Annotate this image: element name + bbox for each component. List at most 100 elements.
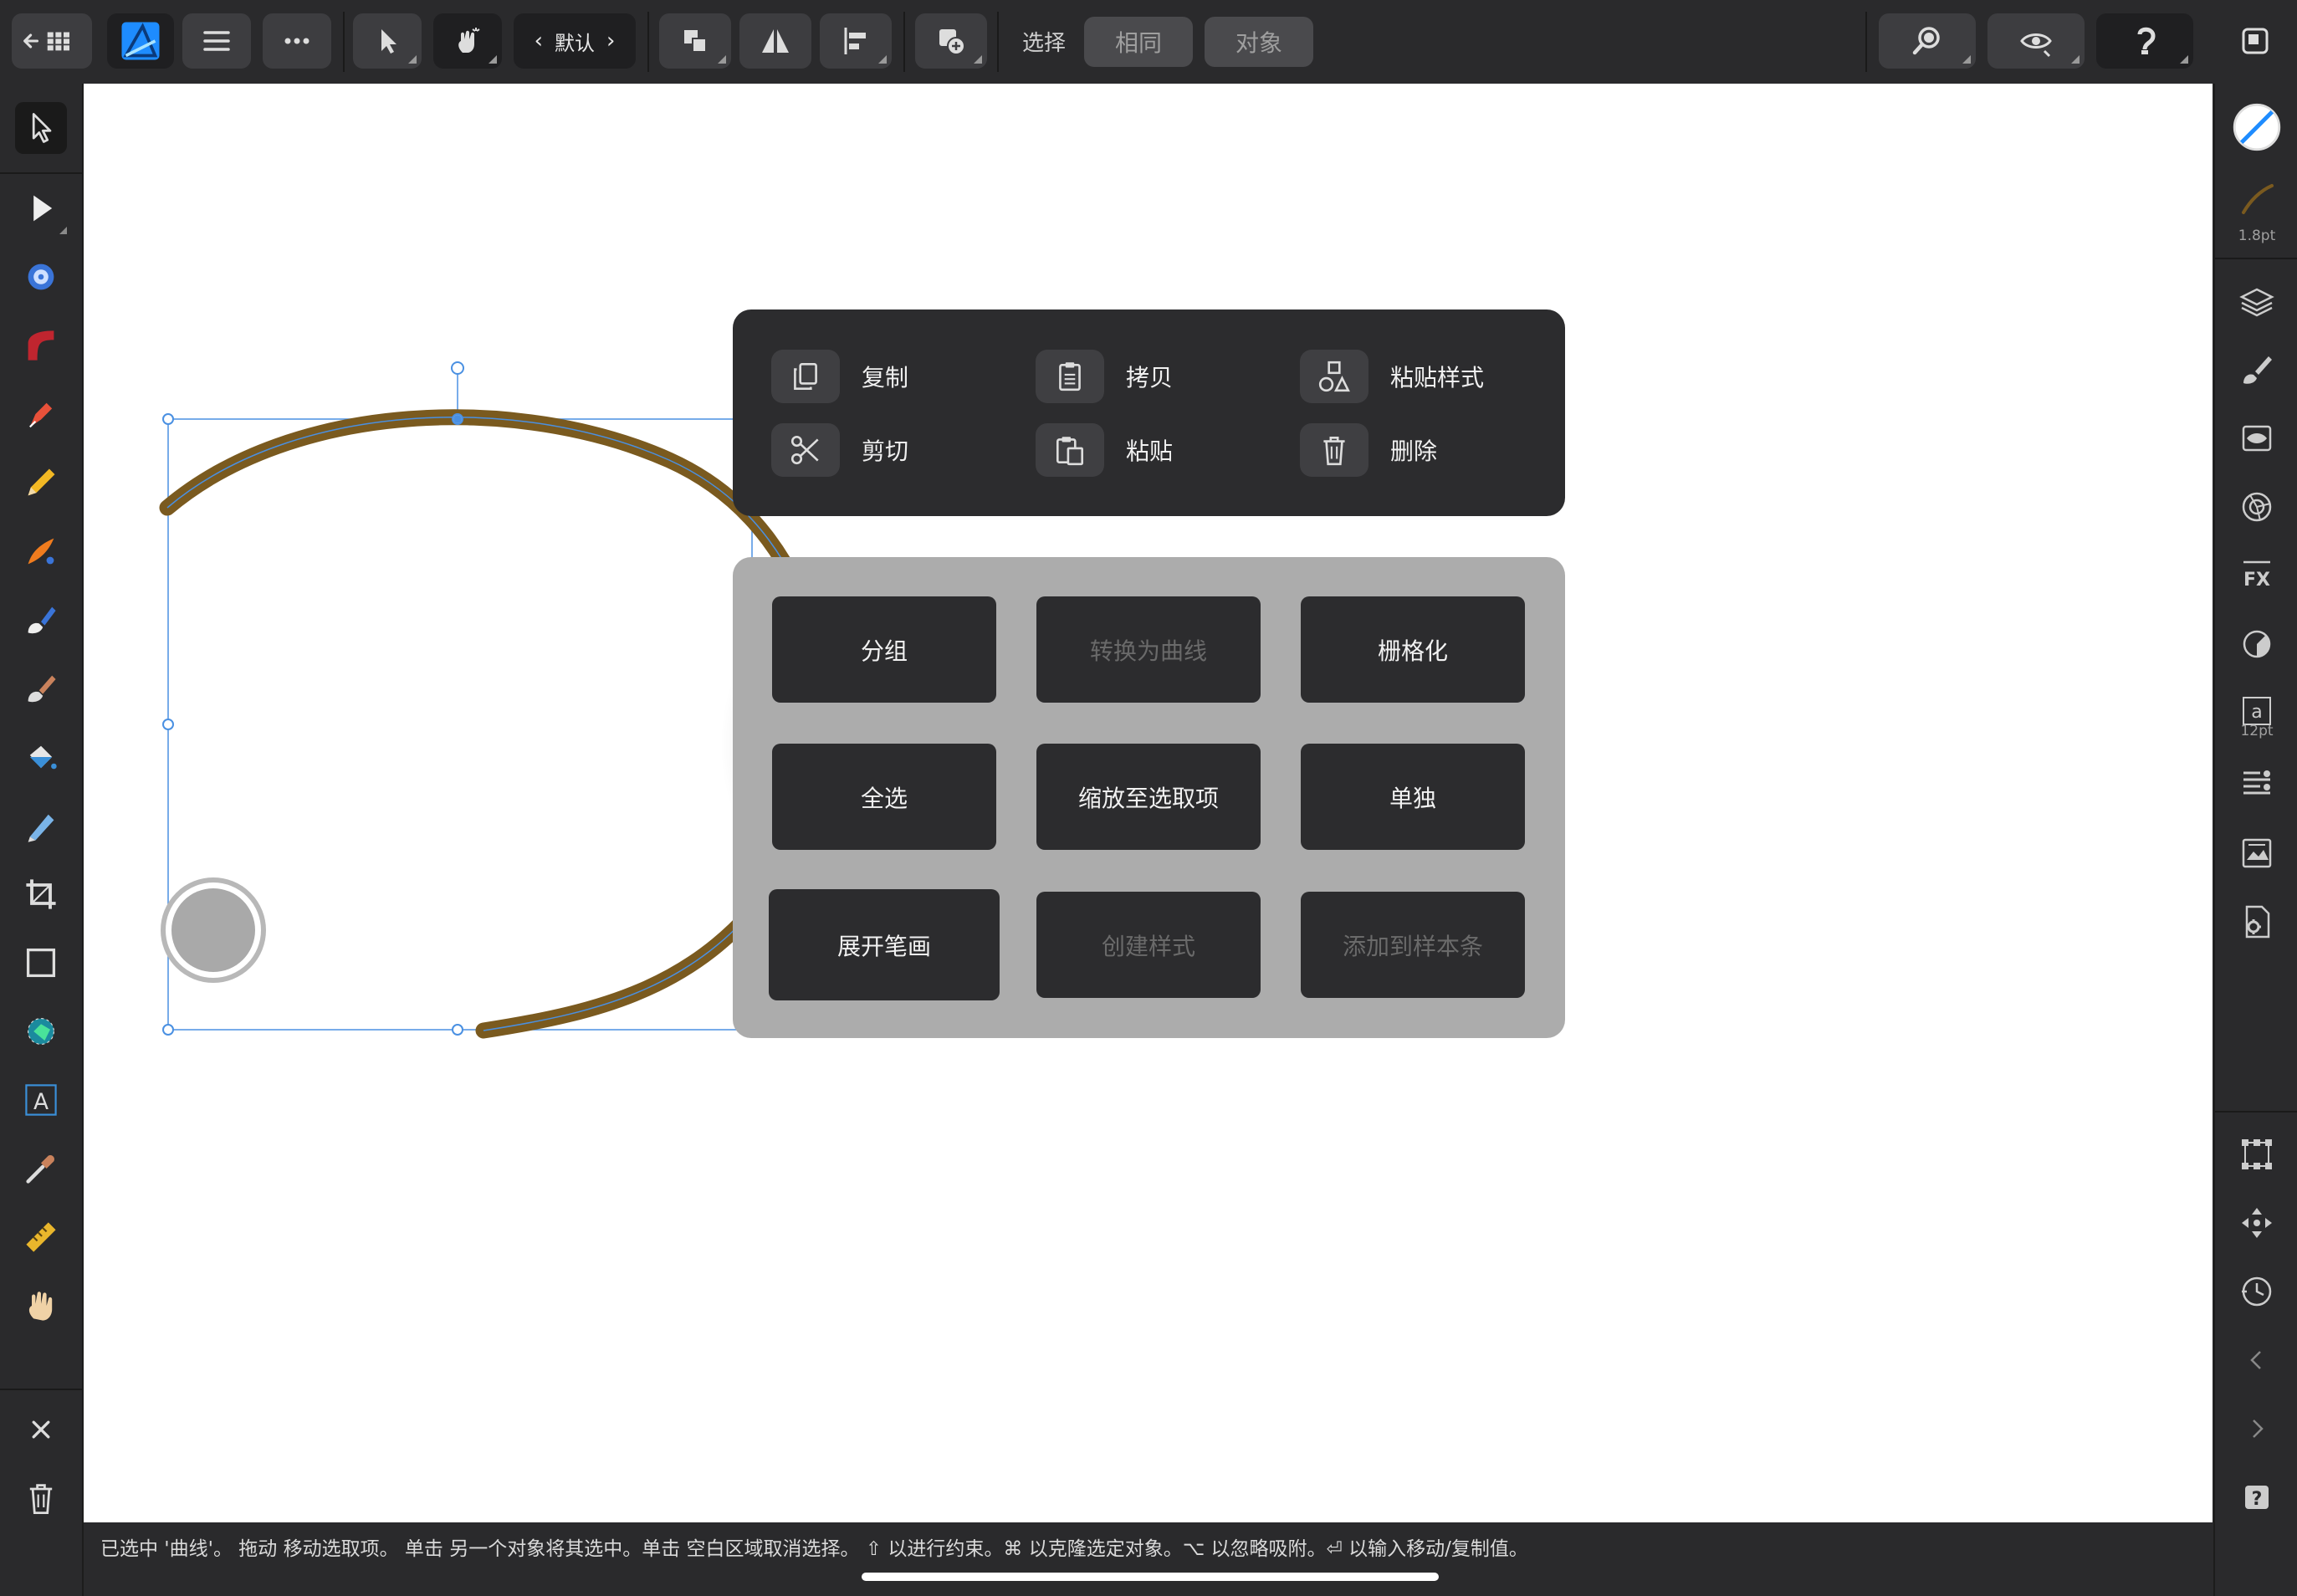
effects-button[interactable]: FX bbox=[2230, 549, 2284, 602]
isolate-button[interactable]: 单独 bbox=[1301, 744, 1525, 850]
tool-point-transform[interactable] bbox=[15, 251, 67, 303]
navigator-button[interactable] bbox=[2230, 1196, 2284, 1250]
duplicate-button[interactable]: 拷贝 bbox=[1036, 350, 1173, 403]
rectangle-icon bbox=[26, 948, 56, 978]
home-indicator[interactable] bbox=[862, 1573, 1439, 1581]
close-icon bbox=[32, 1420, 50, 1439]
tools-divider bbox=[0, 1389, 82, 1390]
tool-crop[interactable] bbox=[15, 868, 67, 920]
collapse-right-button[interactable] bbox=[2230, 1402, 2284, 1455]
tool-node[interactable] bbox=[15, 182, 67, 234]
select-all-button[interactable]: 全选 bbox=[772, 744, 996, 850]
svg-text:a: a bbox=[2251, 702, 2262, 723]
no-fill-swatch-icon bbox=[2233, 103, 2281, 151]
touch-hand-icon bbox=[458, 28, 480, 53]
toolbar-divider bbox=[997, 12, 999, 72]
flip-button[interactable] bbox=[739, 13, 811, 69]
view-mode-button[interactable] bbox=[1987, 13, 2085, 69]
trash-icon bbox=[1323, 436, 1345, 466]
eyedropper-icon bbox=[26, 1155, 54, 1184]
rasterize-button[interactable]: 栅格化 bbox=[1301, 596, 1525, 703]
stroke-button[interactable] bbox=[2230, 172, 2284, 226]
chevron-right-icon bbox=[2253, 1420, 2264, 1438]
persona-next-icon[interactable]: › bbox=[606, 28, 615, 54]
tool-view[interactable] bbox=[15, 1280, 67, 1332]
tool-paint-brush[interactable] bbox=[15, 662, 67, 714]
paragraph-button[interactable] bbox=[2230, 758, 2284, 811]
convert-to-curves-button[interactable]: 转换为曲线 bbox=[1036, 596, 1261, 703]
touch-modifier-button[interactable] bbox=[161, 877, 266, 983]
main-menu-button[interactable] bbox=[182, 13, 251, 69]
pen-tool-icon bbox=[29, 402, 53, 428]
stroke-width-label: 1.8pt bbox=[2238, 228, 2276, 244]
delete-button[interactable]: 删除 bbox=[1300, 423, 1437, 477]
persona-switcher[interactable]: ‹ 默认 › bbox=[514, 13, 636, 69]
tools-divider bbox=[0, 172, 82, 174]
copy-icon bbox=[794, 362, 817, 391]
paste-style-button[interactable]: 粘贴样式 bbox=[1300, 350, 1484, 403]
tool-move[interactable] bbox=[15, 102, 67, 154]
persona-prev-icon[interactable]: ‹ bbox=[535, 28, 543, 54]
stroke-icon bbox=[2242, 184, 2274, 214]
selection-mode-button[interactable] bbox=[353, 13, 422, 69]
document-settings-button[interactable] bbox=[2230, 895, 2284, 949]
appearance-button[interactable] bbox=[2230, 412, 2284, 465]
gesture-mode-button[interactable] bbox=[433, 13, 502, 69]
zoom-button[interactable] bbox=[1879, 13, 1976, 69]
tool-pen[interactable] bbox=[15, 388, 67, 440]
brushes-button[interactable] bbox=[2230, 343, 2284, 396]
duplicate-label: 拷贝 bbox=[1126, 364, 1174, 391]
history-button[interactable] bbox=[2230, 1265, 2284, 1318]
transform-icon bbox=[2242, 1139, 2272, 1169]
delete-selection-button[interactable] bbox=[15, 1472, 67, 1524]
tool-color-picker[interactable] bbox=[15, 1143, 67, 1194]
back-to-gallery-button[interactable] bbox=[12, 13, 92, 69]
tool-vector-brush[interactable] bbox=[15, 525, 67, 577]
tool-shape[interactable] bbox=[15, 1005, 67, 1057]
tool-transparency[interactable] bbox=[15, 800, 67, 852]
color-swatch-button[interactable] bbox=[2230, 100, 2284, 154]
transform-button[interactable] bbox=[2230, 1128, 2284, 1181]
cut-label: 剪切 bbox=[862, 437, 909, 465]
cut-button[interactable]: 剪切 bbox=[771, 423, 908, 477]
tool-corner[interactable] bbox=[15, 320, 67, 371]
transparency-button[interactable] bbox=[2230, 480, 2284, 534]
copy-button[interactable]: 复制 bbox=[771, 350, 908, 403]
persona-label: 默认 bbox=[555, 31, 595, 55]
zoom-to-selection-button[interactable]: 缩放至选取项 bbox=[1036, 744, 1261, 850]
tool-measure[interactable] bbox=[15, 1211, 67, 1263]
expand-stroke-button[interactable]: 展开笔画 bbox=[769, 889, 1000, 1000]
select-object-button[interactable]: 对象 bbox=[1205, 17, 1313, 67]
share-export-button[interactable] bbox=[2230, 13, 2280, 69]
tool-rectangle[interactable] bbox=[15, 937, 67, 989]
insert-shape-icon bbox=[939, 29, 965, 55]
group-button[interactable]: 分组 bbox=[772, 596, 996, 703]
arrange-button[interactable] bbox=[659, 13, 731, 69]
more-options-button[interactable] bbox=[263, 13, 331, 69]
stock-button[interactable] bbox=[2230, 826, 2284, 880]
arrow-cursor-icon bbox=[381, 29, 396, 54]
paste-icon bbox=[1056, 437, 1084, 466]
tool-fill[interactable] bbox=[15, 594, 67, 646]
align-button[interactable] bbox=[820, 13, 892, 69]
tool-pencil[interactable] bbox=[15, 457, 67, 509]
trash-icon bbox=[29, 1484, 53, 1514]
collapse-left-button[interactable] bbox=[2230, 1333, 2284, 1387]
snapping-button[interactable] bbox=[2096, 13, 2193, 69]
help-button[interactable]: ? bbox=[2230, 1471, 2284, 1524]
insert-button[interactable] bbox=[915, 13, 987, 69]
app-logo-button[interactable] bbox=[107, 13, 174, 69]
layers-icon bbox=[2239, 288, 2274, 317]
select-same-button[interactable]: 相同 bbox=[1084, 17, 1193, 67]
close-context-button[interactable] bbox=[15, 1404, 67, 1455]
delete-icon-wrap bbox=[1300, 423, 1368, 477]
flip-horizontal-icon bbox=[762, 29, 789, 53]
tool-artistic-text[interactable]: A bbox=[15, 1074, 67, 1126]
adjustments-button[interactable] bbox=[2230, 617, 2284, 671]
add-to-swatches-button[interactable]: 添加到样本条 bbox=[1301, 892, 1525, 998]
layers-button[interactable] bbox=[2230, 274, 2284, 328]
create-style-button[interactable]: 创建样式 bbox=[1036, 892, 1261, 998]
tool-flood-fill[interactable] bbox=[15, 731, 67, 783]
paste-button[interactable]: 粘贴 bbox=[1036, 423, 1173, 477]
hand-icon bbox=[28, 1292, 53, 1321]
